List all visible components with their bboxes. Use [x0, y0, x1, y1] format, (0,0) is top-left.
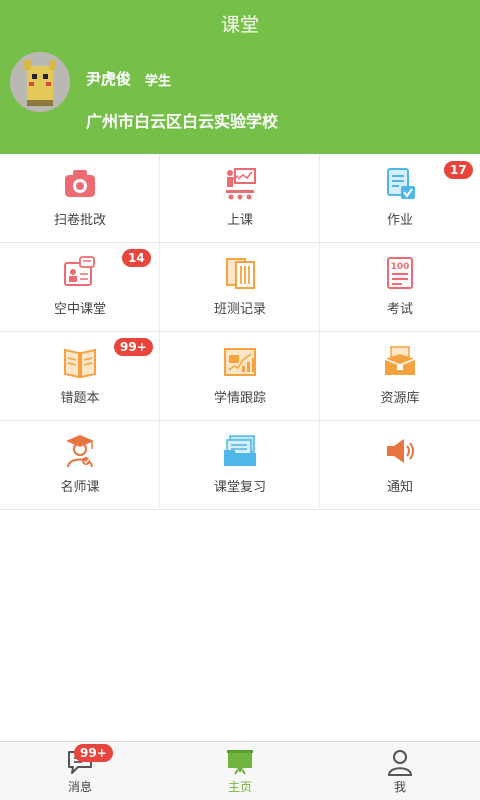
teacher-board-icon — [226, 168, 256, 200]
messages-badge: 99+ — [74, 744, 113, 762]
grid-item-scan-grade[interactable]: 扫卷批改 — [0, 154, 160, 242]
home-board-icon — [227, 750, 253, 775]
tab-me[interactable]: 我 — [320, 742, 480, 800]
resource-box-icon — [384, 346, 416, 375]
header: 课堂 尹虎俊 学生 广州市白云区白云实验学校 — [0, 0, 480, 154]
review-stack-icon — [224, 435, 256, 466]
grid-item-notification[interactable]: 通知 — [320, 421, 480, 509]
avatar[interactable] — [10, 52, 70, 112]
grid-row: 扫卷批改 上课 作业 17 — [0, 154, 480, 243]
grid-item-label: 名师课 — [60, 480, 100, 495]
grid-item-label: 通知 — [386, 480, 413, 495]
school-name: 广州市白云区白云实验学校 — [86, 112, 279, 131]
speaker-icon — [387, 439, 414, 463]
page-title: 课堂 — [220, 14, 259, 36]
tab-label: 我 — [393, 780, 406, 794]
grid-item-homework[interactable]: 作业 17 — [320, 154, 480, 242]
grid-item-label: 作业 — [386, 213, 413, 228]
grid-item-label: 扫卷批改 — [53, 213, 106, 228]
grid-item-exam[interactable]: 100 考试 — [320, 243, 480, 331]
grid-item-label: 错题本 — [60, 391, 100, 406]
grid-item-resource-library[interactable]: 资源库 — [320, 332, 480, 420]
grid-item-label: 考试 — [386, 302, 413, 317]
grid-item-label: 上课 — [226, 213, 253, 228]
grid-row: 错题本 99+ 学情跟踪 资源库 — [0, 332, 480, 421]
grid-item-label: 课堂复习 — [213, 480, 266, 495]
feature-grid: 扫卷批改 上课 作业 17 空中课堂 14 班测记录 100 考试 错题本 99… — [0, 154, 480, 510]
online-class-icon — [64, 256, 95, 286]
tab-label: 消息 — [67, 780, 92, 794]
grid-item-famous-teacher[interactable]: 名师课 — [0, 421, 160, 509]
grid-item-learning-tracking[interactable]: 学情跟踪 — [160, 332, 320, 420]
tab-label: 主页 — [227, 780, 252, 794]
grid-item-label: 学情跟踪 — [213, 391, 266, 406]
grid-item-class[interactable]: 上课 — [160, 154, 320, 242]
book-icon — [64, 348, 96, 379]
bottom-tab-bar: 99+ 消息 主页 我 — [0, 741, 480, 800]
avatar-image — [10, 52, 70, 112]
exam-icon: 100 — [387, 257, 413, 289]
grid-row: 空中课堂 14 班测记录 100 考试 — [0, 243, 480, 332]
error-book-badge: 99+ — [114, 338, 153, 356]
grid-item-label: 空中课堂 — [53, 302, 106, 317]
user-role: 学生 — [145, 74, 172, 89]
grid-item-label: 资源库 — [380, 391, 420, 406]
tab-messages[interactable]: 99+ 消息 — [0, 742, 160, 800]
graduate-teacher-icon — [66, 435, 94, 468]
grid-item-online-class[interactable]: 空中课堂 14 — [0, 243, 160, 331]
tab-home[interactable]: 主页 — [160, 742, 320, 800]
grid-item-label: 班测记录 — [213, 302, 266, 317]
camera-icon — [65, 170, 95, 197]
homework-badge: 17 — [444, 161, 473, 179]
online-class-badge: 14 — [122, 249, 151, 267]
grid-item-class-review[interactable]: 课堂复习 — [160, 421, 320, 509]
analytics-chart-icon — [224, 348, 256, 376]
grid-item-test-record[interactable]: 班测记录 — [160, 243, 320, 331]
test-record-icon — [226, 258, 255, 289]
svg-text:100: 100 — [391, 262, 410, 272]
person-icon — [387, 750, 413, 776]
homework-doc-icon — [387, 168, 415, 199]
grid-item-error-book[interactable]: 错题本 99+ — [0, 332, 160, 420]
user-name: 尹虎俊 — [86, 70, 132, 88]
grid-row: 名师课 课堂复习 通知 — [0, 421, 480, 510]
